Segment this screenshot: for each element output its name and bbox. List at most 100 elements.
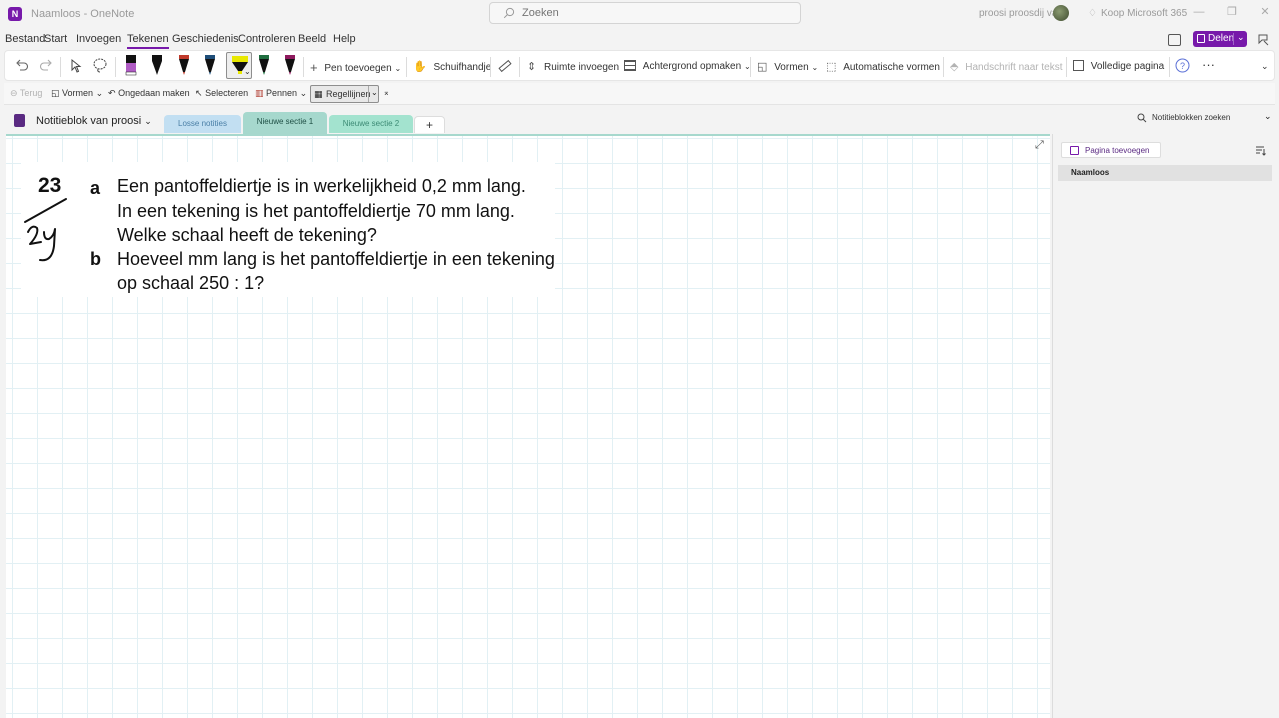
auto-shapes-icon: ⬚ [826,61,837,73]
customize-toolbar-icon[interactable]: ⌅ [383,88,390,97]
ink-to-text-label: Handschrift naar tekst [965,62,1063,73]
feedback-icon[interactable] [1256,32,1270,46]
chevron-down-icon[interactable]: ⌄ [1237,32,1245,43]
pen-black[interactable] [151,54,163,75]
sticky-note-icon[interactable] [1168,34,1181,46]
more-options-button[interactable]: ··· [1202,57,1215,72]
pens-quick-button[interactable]: ▥ Pennen ⌄ [255,88,307,99]
rule-lines-label: Regellijnen [326,89,371,99]
lasso-select-icon[interactable] [92,57,108,73]
svg-text:?: ? [1180,61,1185,71]
part-a-line-1: Een pantoffeldiertje is in werkelijkheid… [117,176,526,196]
menu-help[interactable]: Help [333,33,356,45]
undo-icon: ↶ [108,88,116,98]
restore-button[interactable]: ❐ [1225,5,1239,19]
section-tab-nieuwe-sectie-1[interactable]: Nieuwe sectie 1 [243,112,327,134]
menu-controleren[interactable]: Controleren [238,33,295,45]
menu-beeld[interactable]: Beeld [298,33,326,45]
redo-icon[interactable] [39,58,53,72]
shapes-label: Vormen [774,62,809,73]
pen-blue[interactable] [204,54,216,75]
handwritten-ink[interactable] [22,196,72,266]
pen-green[interactable] [258,54,270,75]
part-a-letter: a [90,178,101,198]
shapes-quick-button[interactable]: ◱ Vormen ⌄ [51,88,103,99]
user-name[interactable]: proosi proosdij van [979,8,1063,19]
auto-shapes-button[interactable]: ⬚ Automatische vormen [826,60,940,73]
chevron-down-icon: ⌄ [144,116,152,126]
add-pen-button[interactable]: + Pen toevoegen ⌄ [310,59,401,75]
ribbon-separator [115,57,116,77]
ribbon-separator [519,57,520,77]
notebook-search[interactable]: Notitieblokken zoeken ⌄ [1131,110,1275,126]
search-input[interactable] [522,5,782,21]
chevron-down-icon: ⌄ [299,88,308,98]
ribbon-separator [750,57,751,77]
avatar[interactable] [1053,5,1069,21]
buy-microsoft-365-link[interactable]: ♢ Koop Microsoft 365 [1088,8,1187,19]
menu-invoegen[interactable]: Invoegen [76,33,121,45]
chevron-down-icon[interactable]: ⌄ [1264,111,1272,122]
highlighter-selected[interactable]: ⌄ [226,52,252,79]
ink-to-text-icon: ⬘ [950,61,959,73]
menu-geschiedenis[interactable]: Geschiedenis [172,33,239,45]
insert-space-icon: ⇕ [527,61,537,73]
add-page-label: Pagina toevoegen [1085,146,1150,155]
eraser-pen[interactable] [125,54,137,76]
pen-red[interactable] [178,54,190,75]
undo-icon[interactable] [15,58,29,72]
full-page-button[interactable]: Volledige pagina [1073,60,1164,72]
pen-magenta[interactable] [284,54,296,75]
menu-start[interactable]: Start [44,33,67,45]
minimize-button[interactable]: — [1192,5,1206,19]
background-grid-icon [624,60,636,71]
part-b-letter: b [90,249,101,269]
collapse-ribbon-chevron-icon[interactable]: ⌄ [1261,61,1269,72]
select-label: Selecteren [205,88,249,98]
background-label: Achtergrond opmaken [642,61,742,72]
shapes-quick-label: Vormen [62,88,94,98]
title-bar: N Naamloos - OneNote proosi proosdij van… [0,0,1279,28]
format-background-button[interactable]: Achtergrond opmaken ⌄ [624,60,751,72]
exercise-number: 23 [38,174,62,197]
pens-label: Pennen [266,88,298,98]
rule-lines-button[interactable]: ▦ Regellijnen ⌄ [310,85,379,103]
add-page-button[interactable]: Pagina toevoegen [1061,142,1161,158]
page-list-item[interactable]: Naamloos [1058,165,1272,181]
ribbon-separator [1066,57,1067,77]
ribbon-separator [943,57,944,77]
search-icon [503,7,515,19]
menu-tekenen[interactable]: Tekenen [127,33,169,49]
close-button[interactable]: ✕ [1258,5,1272,19]
add-pen-label: Pen toevoegen [324,63,392,74]
select-objects-icon[interactable] [69,58,83,74]
exercise-image[interactable]: 23 a Een pantoffeldiertje is in werkelij… [21,162,555,297]
add-section-button[interactable]: + [414,116,445,133]
expand-icon[interactable]: ⤢ [1035,139,1047,151]
undo-quick-button[interactable]: ↶ Ongedaan maken [108,88,190,99]
cursor-icon: ↖ [195,88,203,98]
section-label: Nieuwe sectie 2 [342,119,400,128]
shapes-icon: ◱ [757,61,768,73]
part-b-line-1: Hoeveel mm lang is het pantoffeldiertje … [117,249,555,269]
chevron-down-icon[interactable]: ⌄ [244,67,251,76]
help-icon[interactable]: ? [1175,58,1190,73]
section-tab-losse-notities[interactable]: Losse notities [164,115,241,133]
chevron-down-icon[interactable]: ⌄ [371,88,378,97]
notebook-selector[interactable]: Notitieblok van proosi ⌄ [36,115,152,127]
hand-label: Schuifhandje [433,62,492,73]
back-button[interactable]: ⊖ Terug [10,88,42,99]
ruler-icon[interactable] [497,58,513,74]
search-box[interactable] [489,2,801,24]
select-quick-button[interactable]: ↖ Selecteren [195,88,248,99]
section-tab-nieuwe-sectie-2[interactable]: Nieuwe sectie 2 [329,115,413,133]
shapes-button[interactable]: ◱ Vormen ⌄ [757,60,818,73]
share-button[interactable]: Delen ⌄ [1193,31,1247,47]
ink-to-text-button[interactable]: ⬘ Handschrift naar tekst [950,60,1063,73]
search-icon [1137,113,1147,123]
sort-icon[interactable] [1254,144,1266,156]
menu-bestand[interactable]: Bestand [5,33,45,45]
ribbon-separator [60,57,61,77]
pan-hand-button[interactable]: ✋ Schuifhandje [413,60,491,73]
insert-space-button[interactable]: ⇕ Ruimte invoegen [527,60,619,73]
